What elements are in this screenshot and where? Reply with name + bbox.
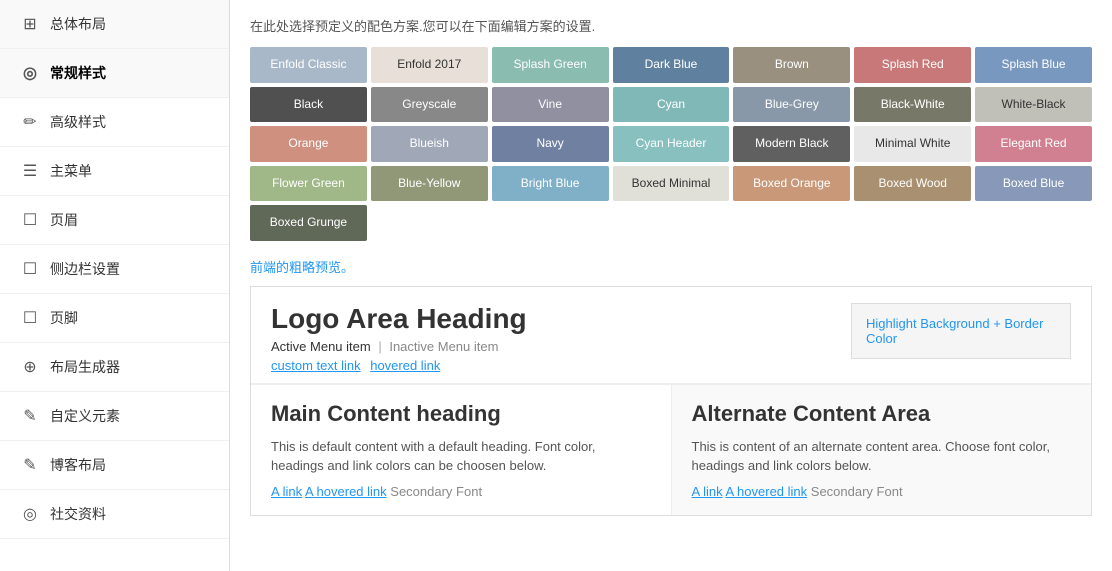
footer-icon: ☐: [20, 308, 40, 328]
sidebar-item-advanced-style[interactable]: ✏ 高级样式: [0, 98, 229, 147]
preview-header: Logo Area Heading Active Menu item | Ina…: [251, 287, 1091, 384]
color-scheme-btn-black[interactable]: Black: [250, 87, 367, 123]
main-content-links: A link A hovered link Secondary Font: [271, 484, 482, 499]
menu-separator: |: [378, 339, 385, 354]
color-scheme-grid: Enfold ClassicEnfold 2017Splash GreenDar…: [250, 47, 1092, 241]
color-scheme-btn-enfold-classic[interactable]: Enfold Classic: [250, 47, 367, 83]
color-scheme-btn-cyan-header[interactable]: Cyan Header: [613, 126, 730, 162]
sidebar: ⊞ 总体布局 ◎ 常规样式 ✏ 高级样式 ☰ 主菜单 ☐ 页眉 ☐ 侧边栏设置 …: [0, 0, 230, 571]
sidebar-item-general-style[interactable]: ◎ 常规样式: [0, 49, 229, 98]
color-scheme-btn-splash-red[interactable]: Splash Red: [854, 47, 971, 83]
alt-content-area: Alternate Content Area This is content o…: [672, 385, 1092, 515]
sidebar-item-footer[interactable]: ☐ 页脚: [0, 294, 229, 343]
sidebar-item-layout-builder[interactable]: ⊕ 布局生成器: [0, 343, 229, 392]
style-icon: ◎: [20, 63, 40, 83]
blog-icon: ✎: [20, 455, 40, 475]
social-icon: ◎: [20, 504, 40, 524]
main-hovered-link[interactable]: A hovered link: [305, 484, 387, 499]
main-secondary-font-label: Secondary Font: [390, 484, 482, 499]
color-scheme-btn-elegant-red[interactable]: Elegant Red: [975, 126, 1092, 162]
highlight-box: Highlight Background + Border Color: [851, 303, 1071, 359]
main-link[interactable]: A link: [271, 484, 302, 499]
main-content-paragraph: This is default content with a default h…: [271, 437, 651, 476]
custom-text-link[interactable]: custom text link: [271, 358, 361, 373]
sidebar-item-label: 常规样式: [50, 63, 106, 83]
preview-area: Logo Area Heading Active Menu item | Ina…: [250, 286, 1092, 516]
color-scheme-btn-vine[interactable]: Vine: [492, 87, 609, 123]
alt-content-links: A link A hovered link Secondary Font: [692, 484, 903, 499]
menu-active-item: Active Menu item: [271, 339, 371, 354]
preview-links: custom text link hovered link: [271, 358, 527, 373]
color-scheme-btn-enfold-2017[interactable]: Enfold 2017: [371, 47, 488, 83]
color-scheme-btn-boxed-orange[interactable]: Boxed Orange: [733, 166, 850, 202]
color-scheme-btn-splash-green[interactable]: Splash Green: [492, 47, 609, 83]
color-scheme-btn-boxed-blue[interactable]: Boxed Blue: [975, 166, 1092, 202]
description-text: 在此处选择预定义的配色方案.您可以在下面编辑方案的设置.: [250, 16, 1092, 35]
sidebar-item-sidebar[interactable]: ☐ 侧边栏设置: [0, 245, 229, 294]
builder-icon: ⊕: [20, 357, 40, 377]
header-icon: ☐: [20, 210, 40, 230]
preview-label: 前端的粗略预览。: [250, 257, 1092, 276]
color-scheme-btn-orange[interactable]: Orange: [250, 126, 367, 162]
main-content-area: Main Content heading This is default con…: [251, 385, 672, 515]
sidebar-item-label: 高级样式: [50, 112, 106, 132]
menu-icon: ☰: [20, 161, 40, 181]
color-scheme-btn-blue-grey[interactable]: Blue-Grey: [733, 87, 850, 123]
preview-content: Main Content heading This is default con…: [251, 384, 1091, 515]
sidebar-item-label: 自定义元素: [50, 406, 120, 426]
color-scheme-btn-bright-blue[interactable]: Bright Blue: [492, 166, 609, 202]
alt-link[interactable]: A link: [692, 484, 723, 499]
sidebar-item-custom-elements[interactable]: ✎ 自定义元素: [0, 392, 229, 441]
sidebar-item-label: 总体布局: [50, 14, 106, 34]
sidebar-item-menu[interactable]: ☰ 主菜单: [0, 147, 229, 196]
layout-icon: ⊞: [20, 14, 40, 34]
sidebar-item-blog[interactable]: ✎ 博客布局: [0, 441, 229, 490]
alt-secondary-font: Secondary Font: [811, 484, 903, 499]
color-scheme-btn-dark-blue[interactable]: Dark Blue: [613, 47, 730, 83]
color-scheme-btn-blueish[interactable]: Blueish: [371, 126, 488, 162]
color-scheme-btn-blue-yellow[interactable]: Blue-Yellow: [371, 166, 488, 202]
sidebar-item-social[interactable]: ◎ 社交资料: [0, 490, 229, 539]
sidebar-item-label: 社交资料: [50, 504, 106, 524]
main-content-heading: Main Content heading: [271, 401, 651, 427]
sidebar-icon: ☐: [20, 259, 40, 279]
sidebar-item-layout[interactable]: ⊞ 总体布局: [0, 0, 229, 49]
color-scheme-btn-boxed-grunge[interactable]: Boxed Grunge: [250, 205, 367, 241]
color-scheme-btn-cyan[interactable]: Cyan: [613, 87, 730, 123]
alt-content-heading: Alternate Content Area: [692, 401, 1072, 427]
color-scheme-btn-brown[interactable]: Brown: [733, 47, 850, 83]
sidebar-item-label: 博客布局: [50, 455, 106, 475]
sidebar-item-label: 侧边栏设置: [50, 259, 120, 279]
preview-menu: Active Menu item | Inactive Menu item: [271, 339, 527, 354]
color-scheme-btn-splash-blue[interactable]: Splash Blue: [975, 47, 1092, 83]
color-scheme-btn-boxed-minimal[interactable]: Boxed Minimal: [613, 166, 730, 202]
color-scheme-btn-modern-black[interactable]: Modern Black: [733, 126, 850, 162]
hovered-link[interactable]: hovered link: [370, 358, 440, 373]
sidebar-item-label: 布局生成器: [50, 357, 120, 377]
sidebar-item-label: 页脚: [50, 308, 78, 328]
advanced-icon: ✏: [20, 112, 40, 132]
custom-icon: ✎: [20, 406, 40, 426]
color-scheme-btn-minimal-white[interactable]: Minimal White: [854, 126, 971, 162]
alt-hovered-link[interactable]: A hovered link: [725, 484, 807, 499]
color-scheme-btn-boxed-wood[interactable]: Boxed Wood: [854, 166, 971, 202]
color-scheme-btn-black-white[interactable]: Black-White: [854, 87, 971, 123]
color-scheme-btn-flower-green[interactable]: Flower Green: [250, 166, 367, 202]
color-scheme-btn-white-black[interactable]: White-Black: [975, 87, 1092, 123]
sidebar-item-header[interactable]: ☐ 页眉: [0, 196, 229, 245]
color-scheme-btn-greyscale[interactable]: Greyscale: [371, 87, 488, 123]
sidebar-item-label: 主菜单: [50, 161, 92, 181]
main-content: 在此处选择预定义的配色方案.您可以在下面编辑方案的设置. Enfold Clas…: [230, 0, 1112, 571]
logo-heading: Logo Area Heading: [271, 303, 527, 335]
menu-inactive-item: Inactive Menu item: [389, 339, 498, 354]
alt-content-paragraph: This is content of an alternate content …: [692, 437, 1072, 476]
preview-header-left: Logo Area Heading Active Menu item | Ina…: [271, 303, 527, 373]
sidebar-item-label: 页眉: [50, 210, 78, 230]
color-scheme-btn-navy[interactable]: Navy: [492, 126, 609, 162]
